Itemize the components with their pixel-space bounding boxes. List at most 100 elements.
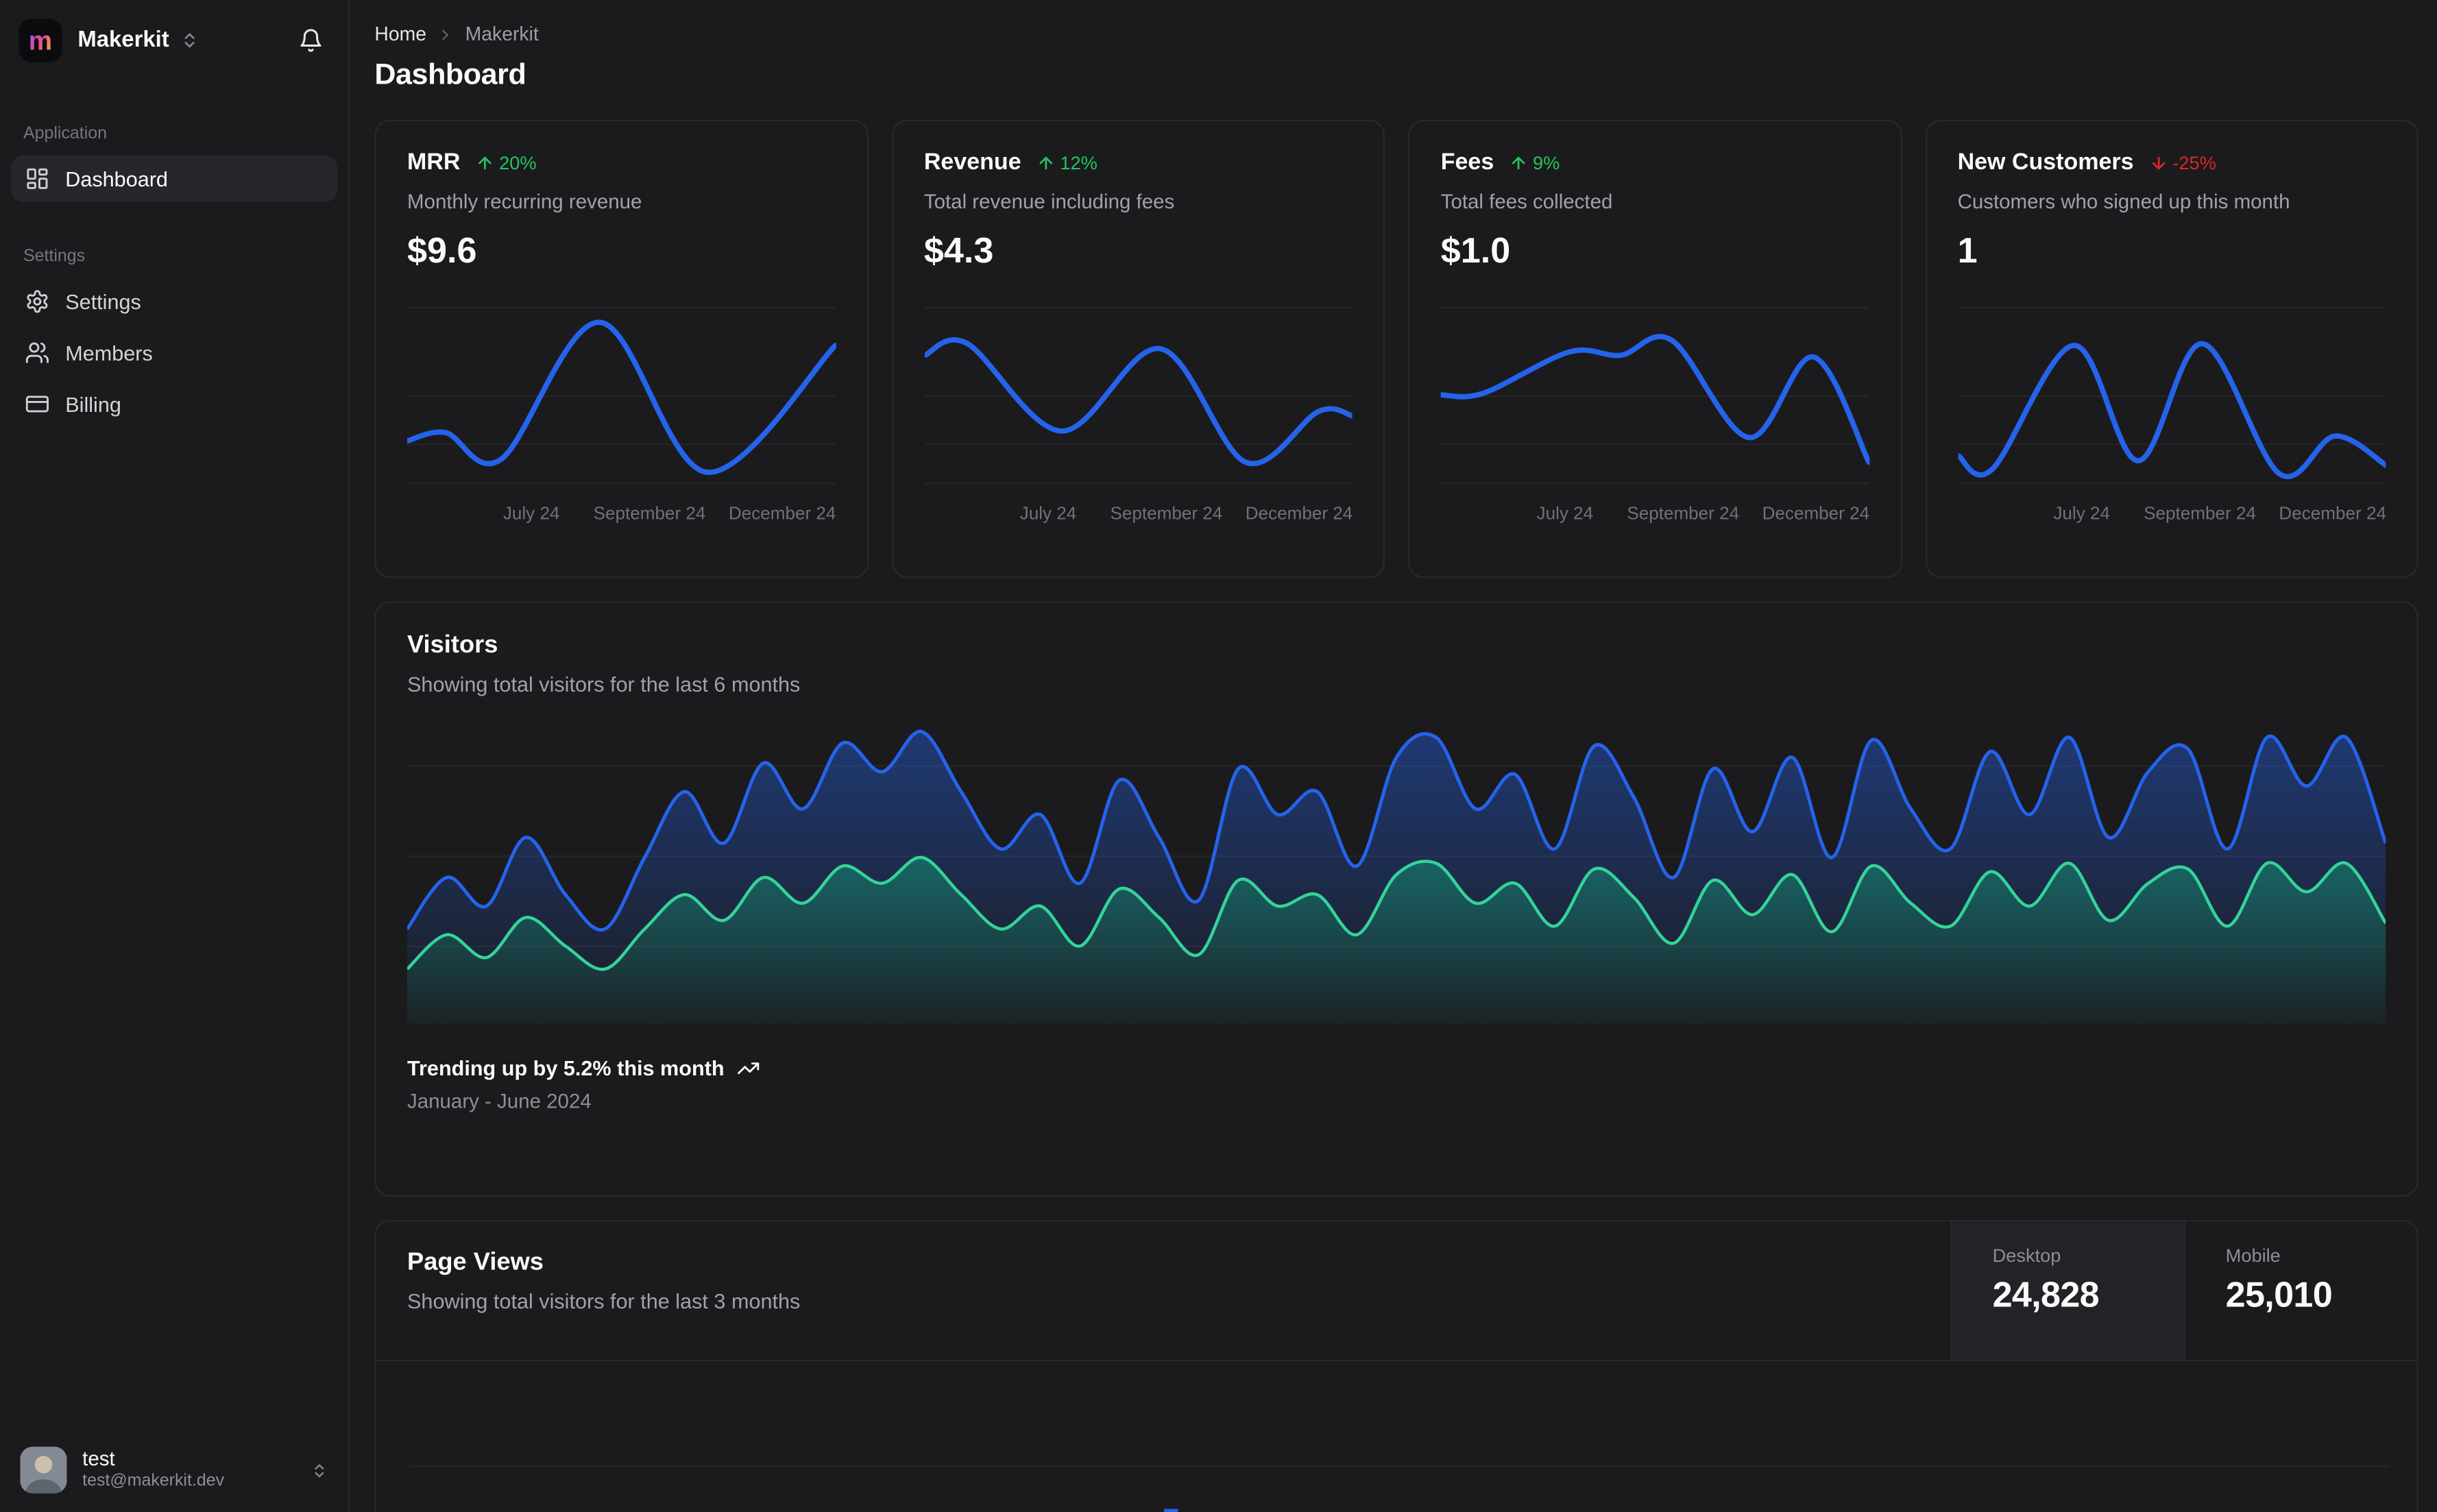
- x-axis-label: September 24: [1627, 504, 1740, 524]
- trend-badge: 9%: [1510, 151, 1560, 173]
- visitors-period: January - June 2024: [407, 1089, 592, 1113]
- stat-value: 1: [1957, 230, 1978, 271]
- page-title: Dashboard: [374, 59, 526, 92]
- bar: [1164, 1509, 1178, 1512]
- stat-subtitle: Total revenue including fees: [923, 189, 1175, 213]
- trend-badge: -25%: [2149, 151, 2216, 173]
- arrow-trend-icon: [2152, 156, 2166, 169]
- x-axis-label: December 24: [1245, 504, 1353, 524]
- sidebar-item-members[interactable]: Members: [11, 330, 337, 376]
- trend-badge: 12%: [1036, 151, 1098, 173]
- sidebar-item-label: Members: [65, 341, 153, 365]
- trending-up-icon: [737, 1057, 760, 1080]
- sidebar-item-label: Billing: [65, 392, 121, 416]
- stat-card-mrr: MRR 20% Monthly recurring revenue $9.6 J…: [374, 119, 869, 578]
- user-name: test: [82, 1446, 115, 1470]
- x-axis-label: July 24: [1019, 504, 1077, 524]
- stat-card-fees: Fees 9% Total fees collected $1.0 July 2…: [1408, 119, 1902, 578]
- chevrons-up-down-icon: [311, 1461, 328, 1478]
- visitors-title: Visitors: [407, 632, 498, 659]
- stat-subtitle: Monthly recurring revenue: [407, 189, 642, 213]
- stat-cards-row: MRR 20% Monthly recurring revenue $9.6 J…: [374, 119, 2418, 578]
- workspace-row: m Makerkit: [0, 0, 348, 77]
- arrow-trend-icon: [1512, 156, 1525, 169]
- chevron-right-icon: [437, 25, 454, 42]
- makerkit-dashboard: m Makerkit Application Dashboard Setting…: [0, 0, 2437, 1512]
- gear-icon: [25, 289, 49, 314]
- trend-badge: 20%: [476, 151, 537, 173]
- sidebar-item-label: Dashboard: [65, 167, 168, 191]
- x-axis-label: September 24: [593, 504, 706, 524]
- page-views-text: Page Views Showing total visitors for th…: [376, 1221, 1951, 1360]
- page-views-toggle-desktop[interactable]: Desktop 24,828: [1950, 1221, 2184, 1360]
- breadcrumb: Home Makerkit: [374, 23, 2418, 45]
- sidebar-item-settings[interactable]: Settings: [11, 278, 337, 325]
- visitors-card: Visitors Showing total visitors for the …: [374, 601, 2418, 1197]
- arrow-trend-icon: [1039, 156, 1053, 169]
- breadcrumb-home[interactable]: Home: [374, 23, 426, 45]
- sparkline-x-axis: July 24 September 24 December 24: [1441, 504, 1870, 528]
- stat-value: $9.6: [407, 230, 477, 271]
- stat-title: Revenue: [923, 149, 1021, 176]
- credit-card-icon: [25, 391, 49, 416]
- x-axis-label: December 24: [2279, 504, 2386, 524]
- arrow-trend-icon: [478, 156, 492, 169]
- sparkline-chart: [923, 302, 1353, 491]
- page-views-card: Page Views Showing total visitors for th…: [374, 1219, 2418, 1512]
- layout-dashboard-icon: [25, 167, 49, 191]
- stat-title: MRR: [407, 149, 461, 176]
- workspace-name: Makerkit: [77, 27, 169, 53]
- workspace-selector[interactable]: [180, 31, 199, 49]
- sparkline-x-axis: July 24 September 24 December 24: [924, 505, 1353, 528]
- breadcrumb-current: Makerkit: [465, 23, 539, 45]
- user-avatar: [20, 1446, 67, 1493]
- stat-card-revenue: Revenue 12% Total revenue including fees…: [891, 119, 1385, 578]
- x-axis-label: July 24: [2053, 504, 2110, 524]
- bell-icon: [300, 29, 322, 52]
- sparkline-chart: [1440, 302, 1869, 491]
- user-meta: test test@makerkit.dev: [82, 1447, 224, 1493]
- visitors-trend-line: Trending up by 5.2% this month: [407, 1057, 2386, 1080]
- sidebar-section-settings: Settings: [23, 247, 86, 266]
- sidebar-section-application: Application: [23, 124, 108, 143]
- user-menu[interactable]: test test@makerkit.dev: [0, 1428, 348, 1512]
- screen: m Makerkit Application Dashboard Setting…: [0, 0, 2437, 1512]
- stat-value: $4.3: [923, 230, 994, 271]
- x-axis-label: September 24: [1110, 504, 1223, 524]
- sparkline-chart: [407, 302, 836, 491]
- sparkline-x-axis: July 24 September 24 December 24: [407, 505, 836, 528]
- users-icon: [25, 341, 49, 365]
- stat-card-new-customers: New Customers -25% Customers who signed …: [1924, 119, 2418, 578]
- sparkline-chart: [1957, 302, 2386, 491]
- sidebar-item-label: Settings: [65, 289, 141, 313]
- sidebar-nav-settings: Settings Members Billing: [0, 266, 348, 432]
- user-email: test@makerkit.dev: [82, 1472, 225, 1491]
- sidebar-item-billing[interactable]: Billing: [11, 380, 337, 427]
- page-views-toggle-mobile[interactable]: Mobile 25,010: [2183, 1221, 2416, 1360]
- x-axis-label: July 24: [1536, 504, 1594, 524]
- gridline: [410, 1465, 2389, 1467]
- visitors-subtitle: Showing total visitors for the last 6 mo…: [407, 672, 801, 696]
- sidebar-nav-application: Dashboard: [0, 143, 348, 207]
- x-axis-label: December 24: [728, 504, 836, 524]
- page-views-title: Page Views: [407, 1249, 544, 1276]
- x-axis-label: December 24: [1762, 504, 1870, 524]
- logo-letter: m: [28, 25, 53, 56]
- sparkline-x-axis: July 24 September 24 December 24: [1958, 505, 2386, 528]
- stat-subtitle: Customers who signed up this month: [1957, 189, 2290, 213]
- page-views-bar-chart: [410, 1360, 2389, 1512]
- makerkit-logo: m: [19, 19, 62, 62]
- x-axis-label: September 24: [2144, 504, 2256, 524]
- page-views-header: Page Views Showing total visitors for th…: [376, 1221, 2417, 1362]
- notifications-button[interactable]: [298, 28, 323, 53]
- visitors-area-chart: [407, 720, 2386, 1025]
- sidebar-item-dashboard[interactable]: Dashboard: [10, 155, 337, 202]
- page-views-subtitle: Showing total visitors for the last 3 mo…: [407, 1289, 801, 1313]
- chevrons-up-down-icon: [184, 33, 195, 48]
- sidebar: m Makerkit Application Dashboard Setting…: [0, 0, 350, 1512]
- main-content: Home Makerkit Dashboard MRR 20% Monthly …: [351, 0, 2437, 1512]
- stat-subtitle: Total fees collected: [1440, 189, 1613, 213]
- stat-title: New Customers: [1957, 149, 2134, 176]
- stat-title: Fees: [1440, 149, 1494, 176]
- x-axis-label: July 24: [502, 504, 560, 524]
